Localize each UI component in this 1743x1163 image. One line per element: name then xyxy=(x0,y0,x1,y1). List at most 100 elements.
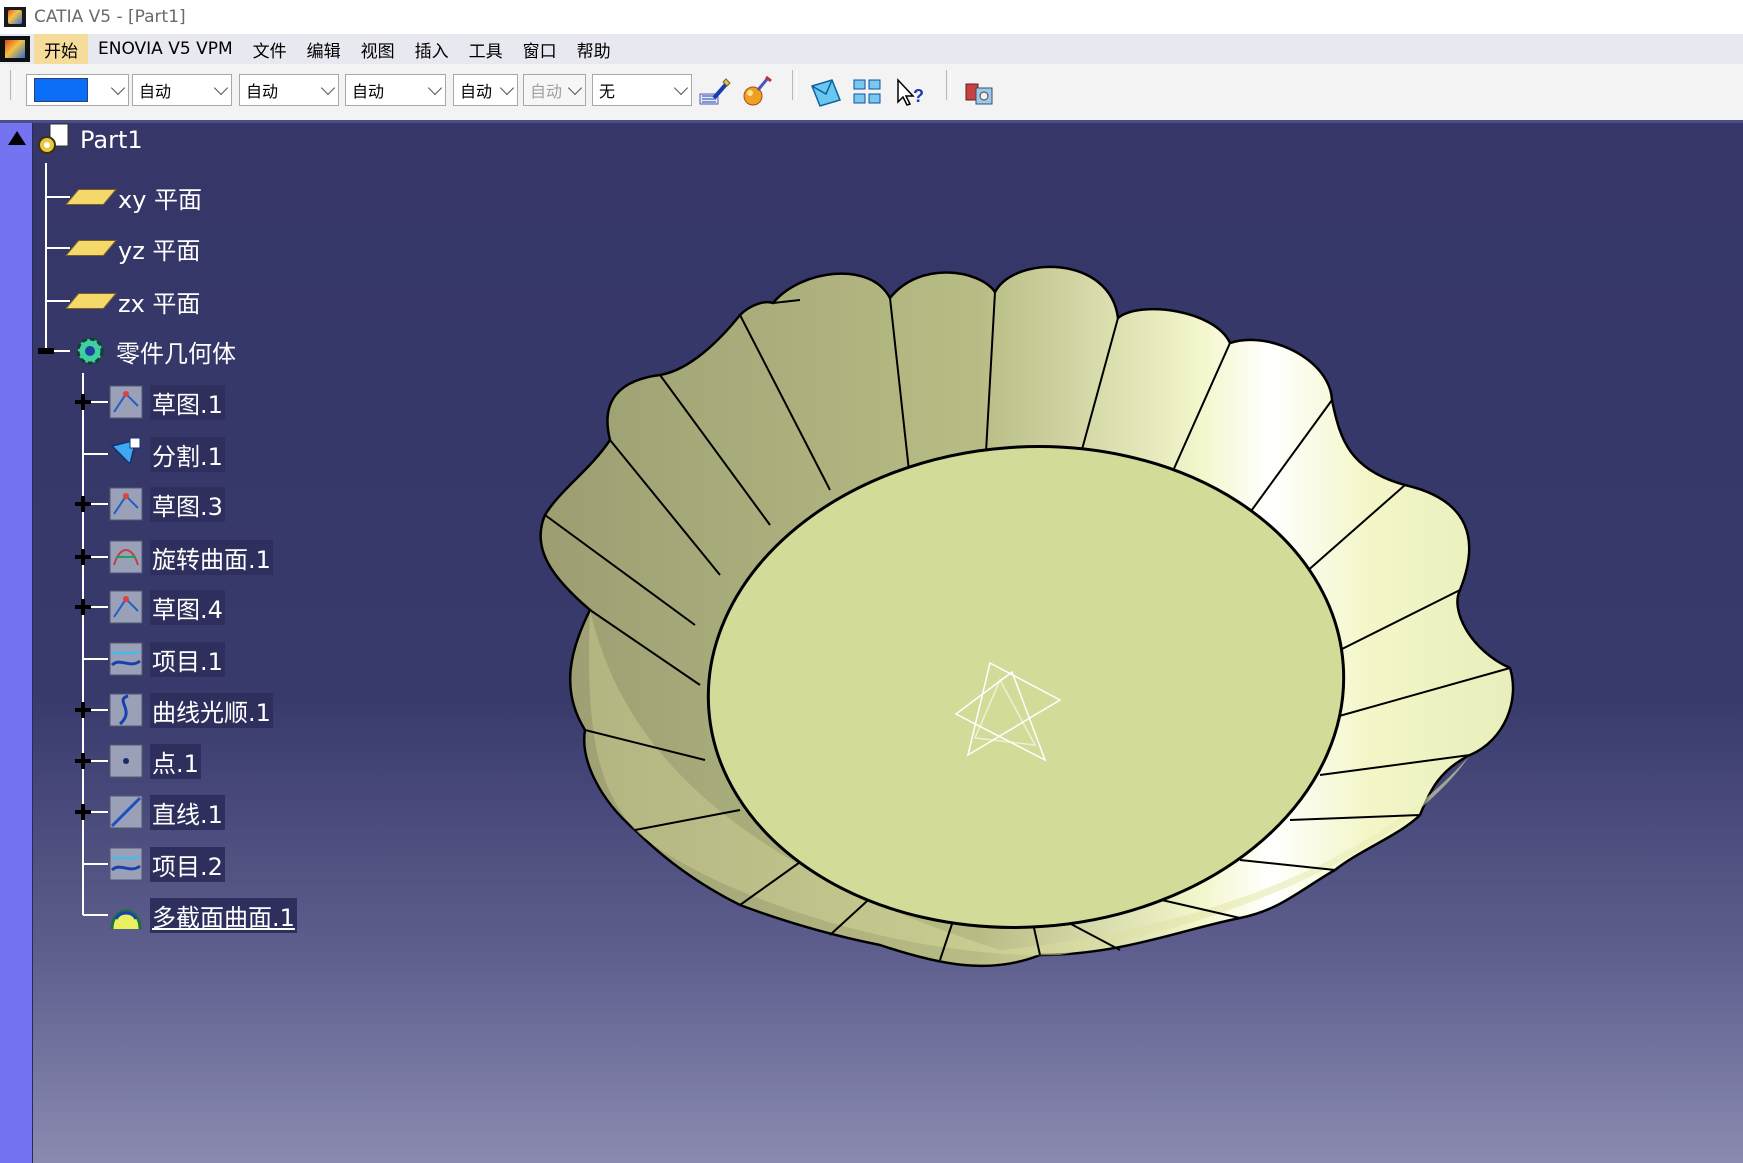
feature-label: 曲线光顺.1 xyxy=(150,692,273,728)
line-icon xyxy=(109,795,143,829)
expand-icon[interactable] xyxy=(75,394,91,410)
menu-enovia[interactable]: ENOVIA V5 VPM xyxy=(88,36,243,62)
collapse-icon[interactable] xyxy=(38,343,54,359)
expand-icon[interactable] xyxy=(75,753,91,769)
menu-window[interactable]: 窗口 xyxy=(513,34,567,65)
sketch-icon xyxy=(109,590,143,624)
tree-item-feature[interactable]: 草图.4 xyxy=(106,587,225,627)
tree-item-feature[interactable]: 旋转曲面.1 xyxy=(106,537,273,577)
layer-value: 无 xyxy=(599,82,616,101)
menu-edit[interactable]: 编辑 xyxy=(297,34,351,65)
projection-icon xyxy=(109,847,143,881)
tree-item-feature[interactable]: 直线.1 xyxy=(106,792,225,832)
color-combo[interactable] xyxy=(26,74,129,106)
tree-item-xy-plane[interactable]: xy 平面 xyxy=(65,177,204,217)
ball-paint-icon[interactable] xyxy=(738,74,774,110)
layer-combo[interactable]: 无 xyxy=(592,74,692,106)
plane-icon xyxy=(65,189,117,205)
tree-item-feature[interactable]: 项目.2 xyxy=(106,844,225,884)
tree-root-label: Part1 xyxy=(80,126,143,154)
point-icon xyxy=(109,744,143,778)
linetype-combo[interactable]: 自动 xyxy=(239,74,339,106)
feature-label: 项目.1 xyxy=(150,641,225,677)
tree-item-feature[interactable]: 曲线光顺.1 xyxy=(106,690,273,730)
tree-item-feature[interactable]: 项目.1 xyxy=(106,639,225,679)
frames-icon[interactable] xyxy=(850,74,886,110)
plane-icon xyxy=(65,293,117,309)
transparency-value: 自动 xyxy=(139,82,172,101)
curve-smooth-icon xyxy=(109,693,143,727)
feature-label: 项目.2 xyxy=(150,846,225,882)
tree-root[interactable]: Part1 xyxy=(34,123,145,160)
expand-icon[interactable] xyxy=(75,496,91,512)
tree-item-yz-plane[interactable]: yz 平面 xyxy=(65,228,202,268)
feature-label: 直线.1 xyxy=(150,794,225,830)
sketch-envelope-icon[interactable] xyxy=(808,74,844,110)
menu-insert[interactable]: 插入 xyxy=(405,34,459,65)
feature-label: 草图.1 xyxy=(150,384,225,420)
catia-logo-icon[interactable] xyxy=(0,36,30,62)
transparency-combo[interactable]: 自动 xyxy=(132,74,232,106)
body-label: 零件几何体 xyxy=(116,339,236,368)
3d-viewport[interactable]: Part1 xy 平面 yz 平面 zx 平面 零件几何体 草图.1 分割.1 草图… xyxy=(0,123,1743,1163)
sketch-icon xyxy=(109,385,143,419)
svg-text:?: ? xyxy=(913,86,924,106)
tree-item-feature[interactable]: 点.1 xyxy=(106,741,201,781)
tree-item-feature[interactable]: 草图.3 xyxy=(106,484,225,524)
multi-section-surface-icon xyxy=(110,909,142,930)
title-bar: CATIA V5 - [Part1] xyxy=(0,0,1743,34)
chevron-down-icon xyxy=(110,80,126,96)
disabled-value: 自动 xyxy=(530,82,563,101)
feature-label: 多截面曲面.1 xyxy=(150,897,297,933)
feature-label: 草图.3 xyxy=(150,486,225,522)
window-title: CATIA V5 - [Part1] xyxy=(34,7,186,27)
sketch-icon xyxy=(109,487,143,521)
chevron-down-icon xyxy=(673,80,689,96)
chevron-down-icon xyxy=(320,80,336,96)
expand-icon[interactable] xyxy=(75,702,91,718)
feature-label: 点.1 xyxy=(150,743,201,779)
point-symbol-combo[interactable]: 自动 xyxy=(453,74,518,106)
plane-label: yz 平面 xyxy=(118,236,201,265)
expand-icon[interactable] xyxy=(75,804,91,820)
tree-item-feature[interactable]: 草图.1 xyxy=(106,382,225,422)
toolbar-grip[interactable] xyxy=(946,70,951,100)
expand-icon[interactable] xyxy=(75,549,91,565)
revolve-surface-icon xyxy=(109,540,143,574)
chevron-down-icon xyxy=(427,80,443,96)
projection-icon xyxy=(109,642,143,676)
thickness-combo[interactable]: 自动 xyxy=(345,74,446,106)
tree-item-zx-plane[interactable]: zx 平面 xyxy=(65,281,202,321)
part-icon xyxy=(38,123,69,154)
tree-item-part-body[interactable]: 零件几何体 xyxy=(70,331,238,371)
menu-help[interactable]: 帮助 xyxy=(567,34,621,65)
menu-bar: 开始 ENOVIA V5 VPM 文件 编辑 视图 插入 工具 窗口 帮助 xyxy=(0,33,1743,65)
chevron-down-icon xyxy=(567,80,583,96)
plane-label: xy 平面 xyxy=(118,185,203,214)
tree-item-feature[interactable]: 分割.1 xyxy=(106,434,225,474)
menu-tools[interactable]: 工具 xyxy=(459,34,513,65)
disabled-combo: 自动 xyxy=(523,74,586,106)
toolbar-grip[interactable] xyxy=(792,70,797,100)
catia-app-icon xyxy=(4,7,26,27)
graphic-properties-toolbar: 自动 自动 自动 自动 自动 无 ? xyxy=(0,64,1743,123)
split-icon xyxy=(110,437,141,466)
chevron-down-icon xyxy=(499,80,515,96)
color-swatch xyxy=(34,78,88,102)
expand-icon[interactable] xyxy=(75,599,91,615)
linetype-value: 自动 xyxy=(246,82,279,101)
plane-icon xyxy=(65,240,117,256)
thickness-value: 自动 xyxy=(352,82,385,101)
menu-file[interactable]: 文件 xyxy=(243,34,297,65)
catalog-icon[interactable] xyxy=(962,74,998,110)
menu-view[interactable]: 视图 xyxy=(351,34,405,65)
tree-item-feature[interactable]: 多截面曲面.1 xyxy=(106,895,297,935)
chevron-down-icon xyxy=(213,80,229,96)
whats-this-icon[interactable]: ? xyxy=(892,74,928,110)
toolbar-grip[interactable] xyxy=(10,70,15,100)
point-symbol-value: 自动 xyxy=(460,82,493,101)
plane-label: zx 平面 xyxy=(118,289,201,318)
painter-icon[interactable] xyxy=(696,74,732,110)
menu-start[interactable]: 开始 xyxy=(34,33,88,65)
feature-label: 分割.1 xyxy=(150,436,225,472)
